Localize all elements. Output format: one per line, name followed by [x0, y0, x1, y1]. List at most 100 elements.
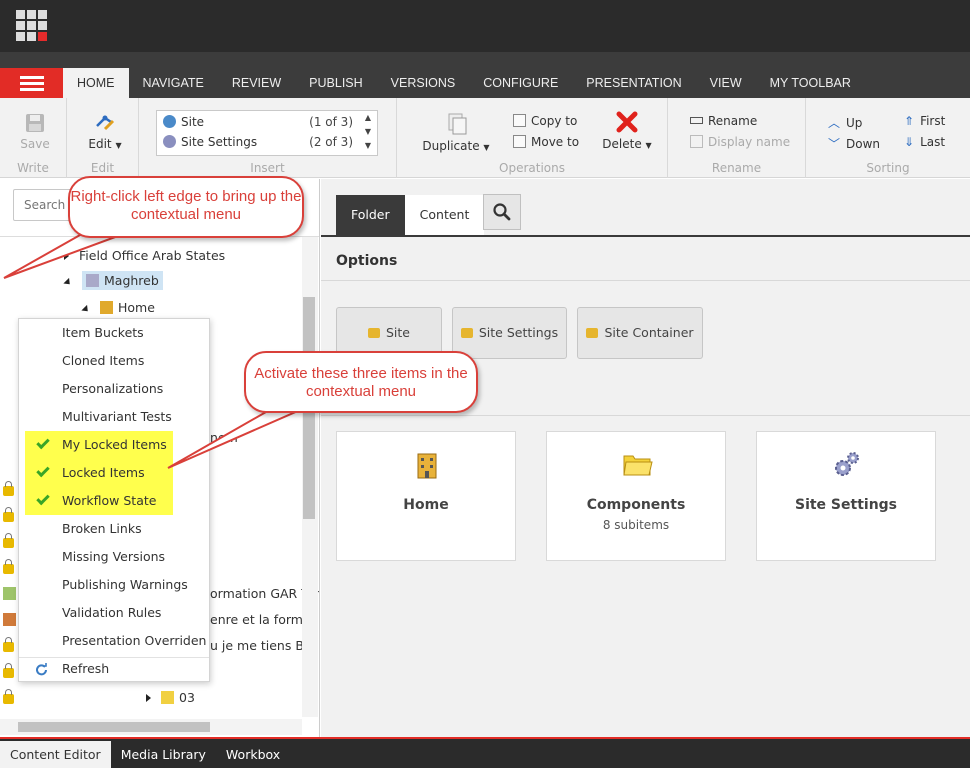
bottom-bar: Content Editor Media Library Workbox	[0, 737, 970, 768]
menu-item-label: Item Buckets	[62, 325, 144, 340]
copy-to-button[interactable]: Copy to	[513, 114, 577, 128]
site-icon	[368, 328, 380, 338]
scroll-down-icon[interactable]: ▼	[363, 127, 373, 136]
site-folder-icon	[86, 274, 99, 287]
ribbon-tabs: HOME NAVIGATE REVIEW PUBLISH VERSIONS CO…	[63, 68, 865, 98]
content-panel: Folder Content Options Site Site Setting…	[321, 179, 970, 737]
ribbon-tab-row: HOME NAVIGATE REVIEW PUBLISH VERSIONS CO…	[0, 52, 970, 98]
menu-item-personalizations[interactable]: Personalizations	[19, 375, 209, 403]
scroll-up-icon[interactable]: ▲	[363, 113, 373, 122]
refresh-icon	[36, 663, 47, 676]
callout-text: Activate these three items in the contex…	[254, 365, 468, 400]
edit-button[interactable]: Edit ▼	[87, 112, 123, 151]
tab-review[interactable]: REVIEW	[218, 68, 295, 98]
card-components[interactable]: Components 8 subitems	[546, 431, 726, 561]
expand-icon[interactable]: ▼	[363, 141, 373, 150]
sorting-group-label: Sorting	[866, 161, 910, 175]
menu-item-multivariant-tests[interactable]: Multivariant Tests	[19, 403, 209, 431]
lock-icon	[3, 663, 14, 678]
write-group: Save Write	[0, 98, 67, 178]
menu-item-label: Multivariant Tests	[62, 409, 172, 424]
card-site-settings[interactable]: Site Settings	[756, 431, 936, 561]
menu-item-broken-links[interactable]: Broken Links	[19, 515, 209, 543]
tab-content[interactable]: Content	[404, 195, 485, 235]
menu-item-my-locked-items[interactable]: My Locked Items	[25, 431, 173, 459]
menu-item-label: My Locked Items	[62, 437, 167, 452]
tree-horizontal-scroll-thumb[interactable]	[18, 722, 210, 732]
ribbon: Save Write Edit ▼ Edit Insert Site (1 of…	[0, 98, 970, 178]
tree-node-partial[interactable]: nem	[210, 430, 238, 445]
duplicate-button[interactable]: Duplicate ▼	[421, 112, 491, 153]
insert-site-container-button[interactable]: Site Container	[577, 307, 703, 359]
insert-group-label: Insert	[250, 161, 285, 175]
gears-icon	[835, 452, 859, 476]
tab-presentation[interactable]: PRESENTATION	[572, 68, 695, 98]
menu-item-label: Missing Versions	[62, 549, 166, 564]
options-title: Options	[336, 253, 398, 269]
callout-activate: Activate these three items in the contex…	[244, 351, 478, 413]
tab-home[interactable]: HOME	[63, 68, 129, 98]
collapse-arrow-icon[interactable]	[81, 304, 91, 315]
move-to-button[interactable]: Move to	[513, 135, 579, 149]
menu-item-refresh[interactable]: Refresh	[19, 655, 209, 683]
menu-item-item-buckets[interactable]: Item Buckets	[19, 319, 209, 347]
insert-site-settings-option[interactable]: Site Settings (2 of 3)	[163, 135, 353, 153]
insert-site-option[interactable]: Site (1 of 3)	[163, 115, 353, 133]
building-icon	[417, 453, 437, 479]
cards-separator	[321, 415, 970, 416]
menu-item-validation-rules[interactable]: Validation Rules	[19, 599, 209, 627]
display-name-icon	[690, 135, 703, 148]
tab-content-editor[interactable]: Content Editor	[0, 741, 111, 768]
tab-workbox[interactable]: Workbox	[216, 741, 290, 768]
save-button[interactable]: Save	[20, 112, 50, 151]
last-label: Last	[920, 135, 946, 149]
expand-arrow-icon[interactable]	[64, 252, 69, 260]
tree-node-label: 03	[179, 690, 195, 705]
search-button[interactable]	[483, 194, 521, 230]
delete-button[interactable]: Delete ▼	[600, 110, 654, 151]
menu-item-publishing-warnings[interactable]: Publishing Warnings	[19, 571, 209, 599]
last-button[interactable]: ⇓ Last	[904, 135, 945, 149]
tree-node-field-office[interactable]: Field Office Arab States	[64, 248, 225, 263]
tab-folder[interactable]: Folder	[336, 195, 405, 235]
chevron-up-icon: ︿	[828, 116, 841, 130]
checkmark-icon	[36, 435, 50, 450]
checkmark-icon	[36, 491, 50, 506]
tree-node-folder-03[interactable]: 03	[146, 690, 195, 705]
tab-publish[interactable]: PUBLISH	[295, 68, 377, 98]
card-home[interactable]: Home	[336, 431, 516, 561]
down-button[interactable]: ﹀ Down	[828, 135, 880, 152]
app-launcher-icon[interactable]	[16, 10, 49, 43]
display-name-button[interactable]: Display name	[690, 135, 790, 149]
collapse-arrow-icon[interactable]	[63, 277, 73, 288]
rename-group: Rename Display name Rename	[668, 98, 806, 178]
rename-button[interactable]: Rename	[690, 114, 757, 128]
card-subtitle: 8 subitems	[602, 518, 670, 532]
menu-item-cloned-items[interactable]: Cloned Items	[19, 347, 209, 375]
tab-media-library[interactable]: Media Library	[111, 741, 216, 768]
menu-item-label: Cloned Items	[62, 353, 145, 368]
menu-item-missing-versions[interactable]: Missing Versions	[19, 543, 209, 571]
operations-group: Duplicate ▼ Copy to Move to Delete ▼ Ope…	[397, 98, 668, 178]
expand-arrow-icon[interactable]	[146, 694, 151, 702]
tree-node-maghreb[interactable]: Maghreb	[63, 271, 163, 290]
duplicate-label: Duplicate	[422, 139, 480, 153]
up-button[interactable]: ︿ Up	[828, 114, 862, 131]
tab-configure[interactable]: CONFIGURE	[469, 68, 572, 98]
tab-view[interactable]: VIEW	[696, 68, 756, 98]
search-icon	[493, 203, 511, 221]
insert-site-settings-count: (2 of 3)	[309, 135, 353, 149]
menu-item-label: Broken Links	[62, 521, 142, 536]
tab-my-toolbar[interactable]: MY TOOLBAR	[756, 68, 865, 98]
tree-node-home[interactable]: Home	[81, 300, 155, 315]
first-button[interactable]: ⇑ First	[904, 114, 945, 128]
menu-item-workflow-state[interactable]: Workflow State	[25, 487, 173, 515]
menu-icon[interactable]	[0, 68, 63, 98]
tab-versions[interactable]: VERSIONS	[377, 68, 470, 98]
home-icon	[100, 301, 113, 314]
tab-navigate[interactable]: NAVIGATE	[129, 68, 218, 98]
menu-item-presentation-overriden[interactable]: Presentation Overriden	[19, 627, 209, 655]
insert-site-settings-button[interactable]: Site Settings	[452, 307, 567, 359]
chevron-down-icon: ▼	[483, 143, 490, 152]
menu-item-locked-items[interactable]: Locked Items	[25, 459, 173, 487]
